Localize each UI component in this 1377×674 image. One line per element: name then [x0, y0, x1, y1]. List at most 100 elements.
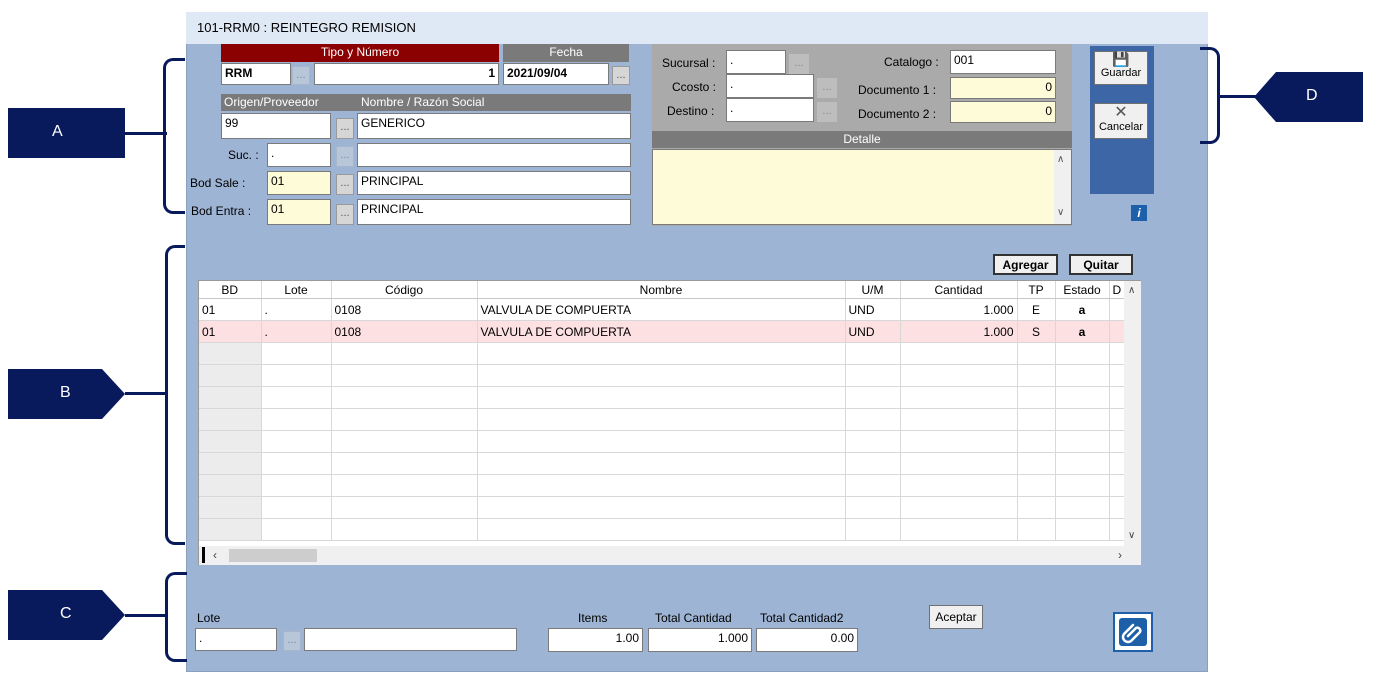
ccosto-field[interactable]: .: [726, 74, 814, 98]
fecha-picker-button[interactable]: ...: [612, 66, 630, 85]
grid-scroll-right-icon[interactable]: ›: [1118, 548, 1122, 562]
lote-name-field[interactable]: [304, 628, 517, 651]
documento1-field[interactable]: 0: [950, 77, 1056, 99]
cell-um[interactable]: UND: [845, 298, 901, 321]
items-table: BD Lote Código Nombre U/M Cantidad TP Es…: [199, 281, 1125, 541]
origen-field[interactable]: 99: [221, 113, 331, 139]
table-row[interactable]: [199, 386, 1125, 409]
cell-codigo[interactable]: 0108: [331, 298, 478, 321]
documento2-field[interactable]: 0: [950, 101, 1056, 123]
cancelar-button[interactable]: ✕ Cancelar: [1094, 103, 1148, 139]
lote-label: Lote: [197, 611, 221, 625]
col-d[interactable]: D: [1109, 281, 1125, 299]
table-row[interactable]: [199, 496, 1125, 519]
fecha-field[interactable]: 2021/09/04: [503, 63, 609, 85]
guardar-label: Guardar: [1100, 67, 1142, 79]
table-row[interactable]: 01 . 0108 VALVULA DE COMPUERTA UND 1.000…: [199, 320, 1125, 343]
bod-entra-lookup-button[interactable]: ...: [336, 204, 354, 225]
lote-field[interactable]: .: [195, 628, 277, 651]
quitar-button[interactable]: Quitar: [1069, 254, 1133, 275]
window-title: 101-RRM0 : REINTEGRO REMISION: [197, 20, 416, 35]
grid-scroll-down-icon[interactable]: ∨: [1128, 530, 1135, 541]
bracket-d: [1200, 47, 1220, 144]
origen-label: Origen/Proveedor: [224, 95, 319, 109]
col-estado[interactable]: Estado: [1055, 281, 1110, 299]
col-lote[interactable]: Lote: [261, 281, 332, 299]
detalle-header: Detalle: [652, 131, 1072, 148]
numero-field[interactable]: 1: [314, 63, 499, 85]
grid-header-row: BD Lote Código Nombre U/M Cantidad TP Es…: [199, 281, 1125, 299]
scroll-down-icon[interactable]: ∨: [1057, 207, 1064, 218]
cell-codigo[interactable]: 0108: [331, 320, 478, 343]
cell-um[interactable]: UND: [845, 320, 901, 343]
grid-scroll-left-icon[interactable]: ‹: [213, 548, 217, 562]
tipo-lookup-button[interactable]: ...: [292, 66, 310, 85]
grid-scroll-thumb[interactable]: [229, 549, 317, 562]
cell-estado[interactable]: a: [1055, 298, 1110, 321]
table-row[interactable]: [199, 408, 1125, 431]
bod-sale-name-field[interactable]: PRINCIPAL: [357, 171, 631, 195]
total-cantidad-label: Total Cantidad: [655, 611, 732, 625]
cell-d[interactable]: [1109, 320, 1125, 343]
tipo-field[interactable]: RRM: [221, 63, 291, 85]
cell-nombre[interactable]: VALVULA DE COMPUERTA: [477, 298, 846, 321]
cell-tp[interactable]: E: [1017, 298, 1056, 321]
paperclip-icon: [1119, 618, 1147, 646]
table-row[interactable]: [199, 518, 1125, 541]
nombre-label: Nombre / Razón Social: [361, 95, 485, 109]
callout-a: A: [8, 108, 125, 158]
bod-sale-field[interactable]: 01: [267, 171, 331, 195]
cell-estado[interactable]: a: [1055, 320, 1110, 343]
cell-bd[interactable]: 01: [199, 320, 262, 343]
scroll-up-icon[interactable]: ∧: [1057, 154, 1064, 165]
col-bd[interactable]: BD: [199, 281, 262, 299]
grid-scroll-up-icon[interactable]: ∧: [1128, 285, 1135, 296]
ccosto-lookup-button[interactable]: ...: [817, 78, 837, 98]
col-um[interactable]: U/M: [845, 281, 901, 299]
cell-nombre[interactable]: VALVULA DE COMPUERTA: [477, 320, 846, 343]
cell-cantidad[interactable]: 1.000: [900, 320, 1018, 343]
items-grid[interactable]: BD Lote Código Nombre U/M Cantidad TP Es…: [198, 280, 1141, 565]
destino-field[interactable]: .: [726, 98, 814, 122]
grid-horizontal-scrollbar[interactable]: [199, 546, 1141, 565]
cell-lote[interactable]: .: [261, 320, 332, 343]
cell-lote[interactable]: .: [261, 298, 332, 321]
table-row[interactable]: 01 . 0108 VALVULA DE COMPUERTA UND 1.000…: [199, 298, 1125, 321]
info-icon[interactable]: i: [1131, 205, 1147, 221]
total-cantidad2-label: Total Cantidad2: [760, 611, 844, 625]
grid-vertical-scrollbar[interactable]: [1124, 281, 1141, 546]
cell-tp[interactable]: S: [1017, 320, 1056, 343]
table-row[interactable]: [199, 474, 1125, 497]
table-row[interactable]: [199, 364, 1125, 387]
destino-lookup-button[interactable]: ...: [817, 102, 837, 122]
col-cantidad[interactable]: Cantidad: [900, 281, 1018, 299]
bod-sale-lookup-button[interactable]: ...: [336, 174, 354, 195]
bracket-b: [165, 245, 185, 545]
sucursal-lookup-button[interactable]: ...: [789, 54, 809, 74]
cell-cantidad[interactable]: 1.000: [900, 298, 1018, 321]
sucursal-field[interactable]: .: [726, 50, 786, 74]
nombre-field[interactable]: GENERICO: [357, 113, 631, 139]
bod-entra-field[interactable]: 01: [267, 199, 331, 225]
guardar-button[interactable]: 💾 Guardar: [1094, 51, 1148, 85]
col-nombre[interactable]: Nombre: [477, 281, 846, 299]
cell-d[interactable]: [1109, 298, 1125, 321]
suc-field[interactable]: .: [267, 143, 331, 167]
col-tp[interactable]: TP: [1017, 281, 1056, 299]
col-codigo[interactable]: Código: [331, 281, 478, 299]
catalogo-field[interactable]: 001: [950, 50, 1056, 74]
suc-lookup-button[interactable]: ...: [336, 146, 354, 167]
ccosto-label: Ccosto :: [672, 80, 717, 94]
cell-bd[interactable]: 01: [199, 298, 262, 321]
table-row[interactable]: [199, 430, 1125, 453]
table-row[interactable]: [199, 452, 1125, 475]
origen-lookup-button[interactable]: ...: [336, 118, 354, 139]
aceptar-button[interactable]: Aceptar: [929, 605, 983, 629]
bod-entra-name-field[interactable]: PRINCIPAL: [357, 199, 631, 225]
attach-button[interactable]: [1113, 612, 1153, 652]
lote-lookup-button[interactable]: ...: [283, 631, 301, 651]
agregar-button[interactable]: Agregar: [993, 254, 1058, 275]
table-row[interactable]: [199, 342, 1125, 365]
detalle-textarea[interactable]: [652, 149, 1072, 225]
suc-name-field[interactable]: [357, 143, 631, 167]
